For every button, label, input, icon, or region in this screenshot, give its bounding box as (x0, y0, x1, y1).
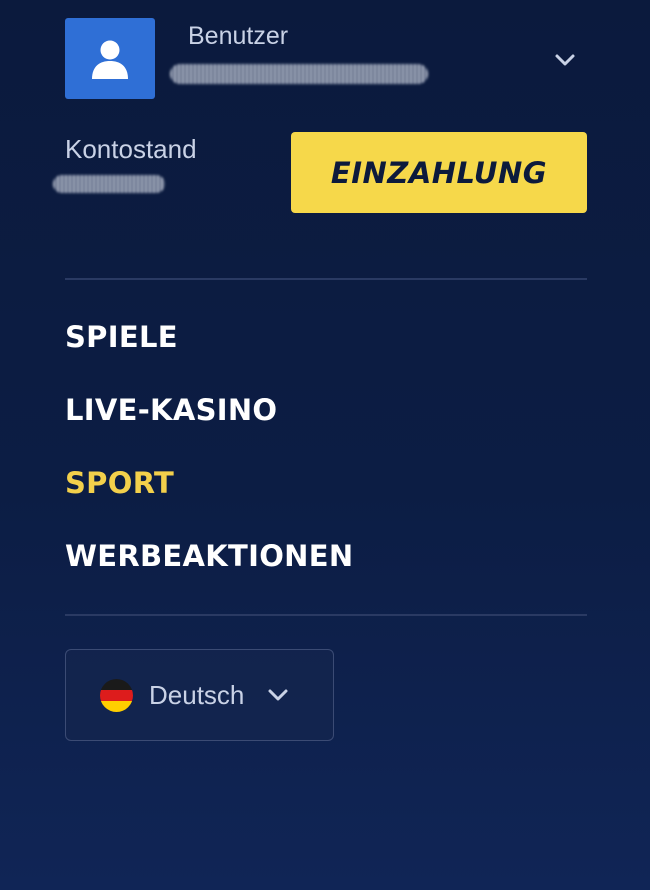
account-toggle-button[interactable] (550, 45, 580, 75)
chevron-down-icon (555, 54, 575, 66)
chevron-down-icon (266, 683, 290, 707)
balance-label: Kontostand (65, 134, 197, 164)
account-header: Benutzer (65, 18, 587, 100)
user-icon (92, 40, 128, 79)
deposit-button[interactable]: EINZAHLUNG (291, 132, 587, 213)
balance-redacted (53, 175, 165, 193)
germany-flag-icon (100, 678, 133, 712)
avatar[interactable] (65, 18, 155, 99)
divider-top (65, 278, 587, 280)
user-label: Benutzer (188, 22, 289, 50)
divider-bottom (65, 614, 587, 616)
nav-item-sport[interactable]: SPORT (65, 446, 587, 519)
main-nav: SPIELE LIVE-KASINO SPORT WERBEAKTIONEN (65, 300, 587, 592)
nav-item-spiele[interactable]: SPIELE (65, 300, 587, 373)
username-redacted (170, 64, 428, 84)
language-select[interactable]: Deutsch (65, 649, 334, 741)
nav-item-live-kasino[interactable]: LIVE-KASINO (65, 373, 587, 446)
language-label: Deutsch (149, 679, 245, 710)
nav-item-werbeaktionen[interactable]: WERBEAKTIONEN (65, 519, 587, 592)
